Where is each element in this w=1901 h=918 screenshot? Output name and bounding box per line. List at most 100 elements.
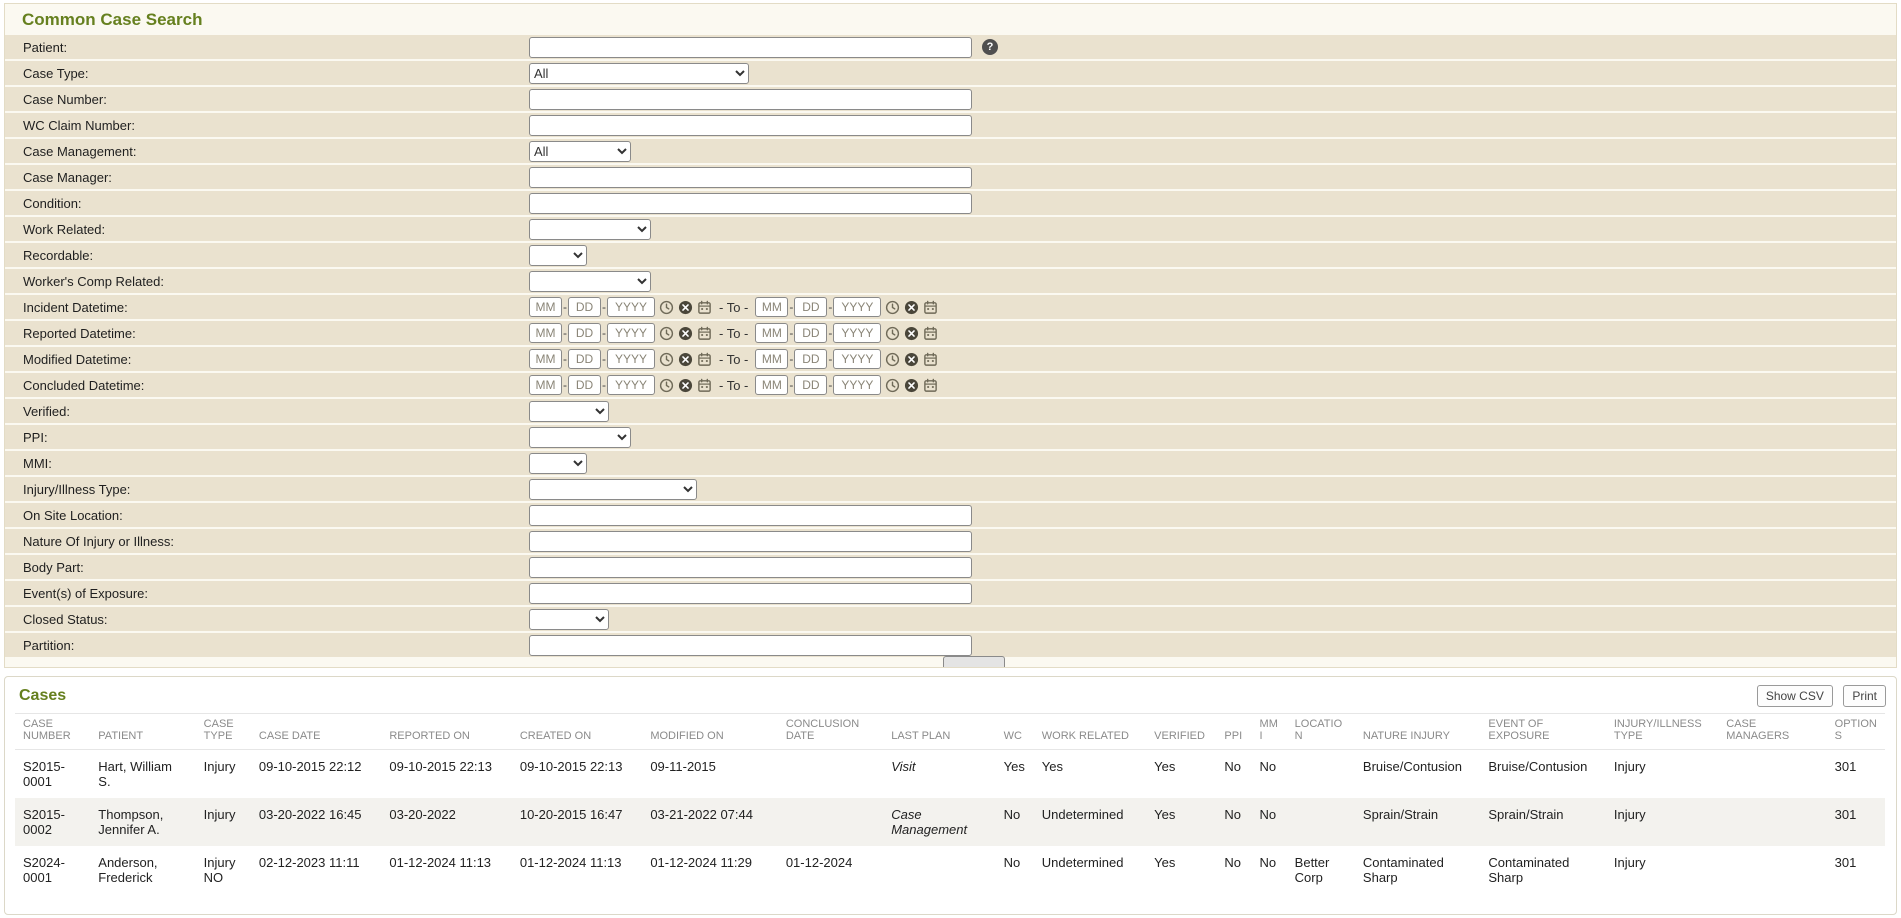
concluded-datetime-from-yyyy-input[interactable] — [607, 375, 655, 395]
help-icon[interactable]: ? — [982, 39, 998, 55]
patient-input[interactable] — [529, 37, 972, 58]
clock-icon[interactable] — [885, 300, 900, 315]
closed-status-select[interactable] — [529, 609, 609, 630]
ppi-select[interactable] — [529, 427, 631, 448]
reported-datetime-to-dd-input[interactable] — [794, 323, 827, 343]
clock-icon[interactable] — [885, 378, 900, 393]
injury-illness-type-select[interactable] — [529, 479, 697, 500]
modified-datetime-from-mm-input[interactable] — [529, 349, 562, 369]
column-header-ppi: PPI — [1216, 714, 1251, 750]
cell-wc: Yes — [996, 750, 1034, 799]
calendar-icon[interactable] — [697, 300, 712, 315]
condition-input[interactable] — [529, 193, 972, 214]
clock-icon[interactable] — [659, 378, 674, 393]
form-label-case-manager: Case Manager: — [5, 170, 529, 185]
cell-nature-injury: Sprain/Strain — [1355, 798, 1480, 846]
form-label-work-related: Work Related: — [5, 222, 529, 237]
column-header-location: LOCATION — [1287, 714, 1355, 750]
recordable-select[interactable] — [529, 245, 587, 266]
cell-case-type: Injury — [196, 750, 251, 799]
modified-datetime-to-dd-input[interactable] — [794, 349, 827, 369]
clear-icon[interactable] — [904, 378, 919, 393]
date-separator: - — [828, 352, 832, 366]
clock-icon[interactable] — [659, 352, 674, 367]
date-range-to-label: - To - — [719, 326, 748, 341]
calendar-icon[interactable] — [923, 300, 938, 315]
modified-datetime-to-yyyy-input[interactable] — [833, 349, 881, 369]
cell-case-number: S2015-0002 — [15, 798, 90, 846]
search-button[interactable] — [943, 656, 1005, 668]
calendar-icon[interactable] — [697, 326, 712, 341]
clear-icon[interactable] — [678, 326, 693, 341]
clear-icon[interactable] — [678, 352, 693, 367]
case-type-select[interactable]: All — [529, 63, 749, 84]
clock-icon[interactable] — [659, 300, 674, 315]
incident-datetime-from-yyyy-input[interactable] — [607, 297, 655, 317]
form-field-case-number — [529, 89, 972, 110]
column-header-work-related: WORK RELATED — [1034, 714, 1146, 750]
reported-datetime-from-yyyy-input[interactable] — [607, 323, 655, 343]
clock-icon[interactable] — [885, 352, 900, 367]
concluded-datetime-from-mm-input[interactable] — [529, 375, 562, 395]
clock-icon[interactable] — [885, 326, 900, 341]
form-label-worker-s-comp-related: Worker's Comp Related: — [5, 274, 529, 289]
modified-datetime-from-dd-input[interactable] — [568, 349, 601, 369]
show-csv-button[interactable]: Show CSV — [1757, 685, 1833, 707]
reported-datetime-to-yyyy-input[interactable] — [833, 323, 881, 343]
concluded-datetime-to-mm-input[interactable] — [755, 375, 788, 395]
table-row: S2015-0001Hart, William S.Injury09-10-20… — [15, 750, 1885, 799]
calendar-icon[interactable] — [923, 326, 938, 341]
concluded-datetime-to-dd-input[interactable] — [794, 375, 827, 395]
clear-icon[interactable] — [678, 300, 693, 315]
mmi-select[interactable] — [529, 453, 587, 474]
reported-datetime-to-mm-input[interactable] — [755, 323, 788, 343]
calendar-icon[interactable] — [923, 378, 938, 393]
on-site-location-input[interactable] — [529, 505, 972, 526]
partition-input[interactable] — [529, 635, 972, 656]
table-row: S2015-0002Thompson, Jennifer A.Injury03-… — [15, 798, 1885, 846]
cell-location — [1287, 750, 1355, 799]
clear-icon[interactable] — [904, 300, 919, 315]
date-separator: - — [602, 352, 606, 366]
clock-icon[interactable] — [659, 326, 674, 341]
modified-datetime-to-mm-input[interactable] — [755, 349, 788, 369]
worker-s-comp-related-select[interactable] — [529, 271, 651, 292]
incident-datetime-from-mm-input[interactable] — [529, 297, 562, 317]
form-field-wc-claim-number — [529, 115, 972, 136]
clear-icon[interactable] — [904, 352, 919, 367]
form-label-mmi: MMI: — [5, 456, 529, 471]
clear-icon[interactable] — [904, 326, 919, 341]
modified-datetime-from-yyyy-input[interactable] — [607, 349, 655, 369]
cell-nature-injury: Bruise/Contusion — [1355, 750, 1480, 799]
case-manager-input[interactable] — [529, 167, 972, 188]
body-part-input[interactable] — [529, 557, 972, 578]
incident-datetime-to-dd-input[interactable] — [794, 297, 827, 317]
reported-datetime-from-dd-input[interactable] — [568, 323, 601, 343]
concluded-datetime-from-dd-input[interactable] — [568, 375, 601, 395]
form-field-verified — [529, 401, 609, 422]
concluded-datetime-to-yyyy-input[interactable] — [833, 375, 881, 395]
cell-injury-illness-type: Injury — [1606, 750, 1718, 799]
event-s-of-exposure-input[interactable] — [529, 583, 972, 604]
calendar-icon[interactable] — [697, 352, 712, 367]
case-number-input[interactable] — [529, 89, 972, 110]
form-label-closed-status: Closed Status: — [5, 612, 529, 627]
calendar-icon[interactable] — [923, 352, 938, 367]
verified-select[interactable] — [529, 401, 609, 422]
work-related-select[interactable] — [529, 219, 651, 240]
date-range-to-label: - To - — [719, 300, 748, 315]
form-row-incident-datetime: Incident Datetime:--- To --- — [5, 295, 1896, 319]
reported-datetime-from-mm-input[interactable] — [529, 323, 562, 343]
case-management-select[interactable]: All — [529, 141, 631, 162]
cases-title: Cases — [19, 687, 66, 705]
clear-icon[interactable] — [678, 378, 693, 393]
print-button[interactable]: Print — [1843, 685, 1886, 707]
form-row-verified: Verified: — [5, 399, 1896, 423]
calendar-icon[interactable] — [697, 378, 712, 393]
nature-of-injury-or-illness-input[interactable] — [529, 531, 972, 552]
wc-claim-number-input[interactable] — [529, 115, 972, 136]
incident-datetime-to-mm-input[interactable] — [755, 297, 788, 317]
incident-datetime-to-yyyy-input[interactable] — [833, 297, 881, 317]
incident-datetime-from-dd-input[interactable] — [568, 297, 601, 317]
cell-injury-illness-type: Injury — [1606, 798, 1718, 846]
